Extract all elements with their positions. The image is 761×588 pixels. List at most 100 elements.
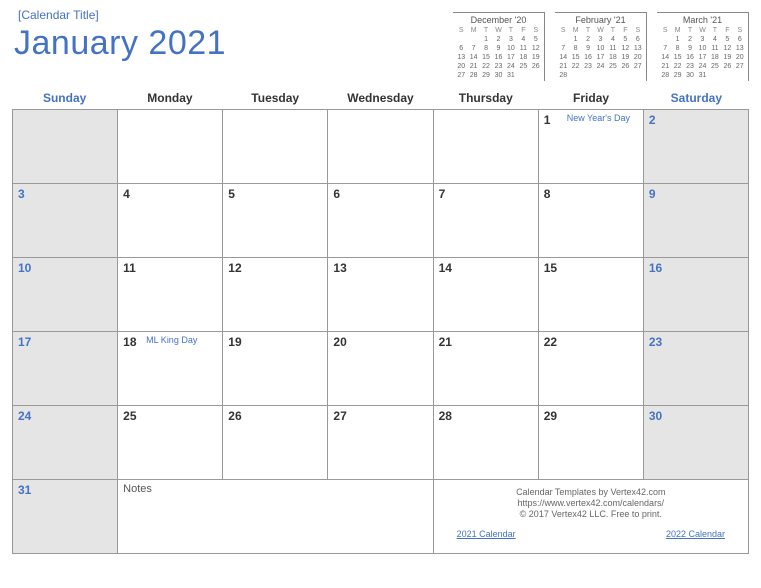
month-year-title: January 2021 <box>14 24 453 63</box>
dow-header: Saturday <box>644 87 749 109</box>
dow-header: Wednesday <box>328 87 433 109</box>
day-cell: 12 <box>223 258 328 332</box>
dow-header: Monday <box>117 87 222 109</box>
mini-calendar-grid: SMTWTFS123456789101112131415161718192021… <box>659 26 746 81</box>
day-cell: 29 <box>539 406 644 480</box>
dow-header: Thursday <box>433 87 538 109</box>
day-number: 9 <box>649 187 656 201</box>
day-cell <box>328 110 433 184</box>
mini-calendar: March '21SMTWTFS123456789101112131415161… <box>657 12 749 81</box>
day-cell: 5 <box>223 184 328 258</box>
day-cell: 28 <box>434 406 539 480</box>
day-cell: 25 <box>118 406 223 480</box>
day-number: 15 <box>544 261 557 275</box>
day-number: 3 <box>18 187 25 201</box>
day-number: 23 <box>649 335 662 349</box>
notes-label: Notes <box>123 483 152 495</box>
day-number: 5 <box>228 187 235 201</box>
day-cell: 19 <box>223 332 328 406</box>
day-number: 14 <box>439 261 452 275</box>
footer-text: https://www.vertex42.com/calendars/ <box>439 498 743 508</box>
day-number: 4 <box>123 187 130 201</box>
day-cell <box>434 110 539 184</box>
day-number: 26 <box>228 409 241 423</box>
day-number: 19 <box>228 335 241 349</box>
day-cell: 13 <box>328 258 433 332</box>
day-number: 10 <box>18 261 31 275</box>
day-number: 25 <box>123 409 136 423</box>
day-number: 29 <box>544 409 557 423</box>
mini-calendar-title: March '21 <box>659 15 746 25</box>
day-cell <box>118 110 223 184</box>
day-cell: 9 <box>644 184 749 258</box>
mini-calendar: February '21SMTWTFS123456789101112131415… <box>555 12 647 81</box>
day-number: 24 <box>18 409 31 423</box>
day-cell: 18 ML King Day <box>118 332 223 406</box>
footer-link[interactable]: 2022 Calendar <box>666 529 725 539</box>
day-cell: 8 <box>539 184 644 258</box>
day-cell: 7 <box>434 184 539 258</box>
mini-calendars: December '20SMTWTFS123456789101112131415… <box>453 12 749 81</box>
day-number: 31 <box>18 483 31 497</box>
day-cell: 26 <box>223 406 328 480</box>
day-number: 11 <box>123 261 136 275</box>
dow-header: Tuesday <box>223 87 328 109</box>
day-of-week-row: SundayMondayTuesdayWednesdayThursdayFrid… <box>12 87 749 109</box>
day-cell: 22 <box>539 332 644 406</box>
day-number: 20 <box>333 335 346 349</box>
day-cell <box>223 110 328 184</box>
mini-calendar-title: December '20 <box>455 15 542 25</box>
day-number: 16 <box>649 261 662 275</box>
day-cell: 17 <box>13 332 118 406</box>
footer-link[interactable]: 2021 Calendar <box>457 529 516 539</box>
day-number: 6 <box>333 187 340 201</box>
day-cell: 1 New Year's Day <box>539 110 644 184</box>
day-cell: 14 <box>434 258 539 332</box>
day-cell: 2 <box>644 110 749 184</box>
calendar-grid: 1New Year's Day2345678910111213141516171… <box>12 109 749 554</box>
day-number: 8 <box>544 187 551 201</box>
footer-cell: Calendar Templates by Vertex42.comhttps:… <box>434 480 749 554</box>
day-cell: 21 <box>434 332 539 406</box>
mini-calendar: December '20SMTWTFS123456789101112131415… <box>453 12 545 81</box>
day-number: 27 <box>333 409 346 423</box>
day-cell: 6 <box>328 184 433 258</box>
day-cell: 23 <box>644 332 749 406</box>
mini-calendar-grid: SMTWTFS123456789101112131415161718192021… <box>455 26 542 81</box>
day-cell: 20 <box>328 332 433 406</box>
day-cell: 15 <box>539 258 644 332</box>
day-number: 13 <box>333 261 346 275</box>
day-cell: 30 <box>644 406 749 480</box>
footer-text: Calendar Templates by Vertex42.com <box>439 487 743 497</box>
header: [Calendar Title] January 2021 December '… <box>12 8 749 81</box>
day-number: 1 <box>544 113 551 127</box>
day-number: 28 <box>439 409 452 423</box>
mini-calendar-title: February '21 <box>557 15 644 25</box>
calendar-title-placeholder: [Calendar Title] <box>18 8 453 22</box>
day-cell: 24 <box>13 406 118 480</box>
mini-calendar-grid: SMTWTFS123456789101112131415161718192021… <box>557 26 644 81</box>
title-block: [Calendar Title] January 2021 <box>12 8 453 63</box>
day-number: 22 <box>544 335 557 349</box>
day-cell: 3 <box>13 184 118 258</box>
day-number: 21 <box>439 335 452 349</box>
event-label: ML King Day <box>146 335 197 345</box>
day-number: 12 <box>228 261 241 275</box>
footer-links: 2021 Calendar 2022 Calendar <box>439 529 743 539</box>
day-number: 18 <box>123 335 136 349</box>
notes-cell: Notes <box>118 480 433 554</box>
day-number: 17 <box>18 335 31 349</box>
day-cell: 27 <box>328 406 433 480</box>
dow-header: Friday <box>538 87 643 109</box>
day-number: 7 <box>439 187 446 201</box>
dow-header: Sunday <box>12 87 117 109</box>
day-cell: 31 <box>13 480 118 554</box>
day-cell: 10 <box>13 258 118 332</box>
event-label: New Year's Day <box>567 113 630 123</box>
day-cell: 4 <box>118 184 223 258</box>
day-cell: 16 <box>644 258 749 332</box>
footer-text: © 2017 Vertex42 LLC. Free to print. <box>439 509 743 519</box>
day-number: 30 <box>649 409 662 423</box>
day-cell: 11 <box>118 258 223 332</box>
day-number: 2 <box>649 113 656 127</box>
